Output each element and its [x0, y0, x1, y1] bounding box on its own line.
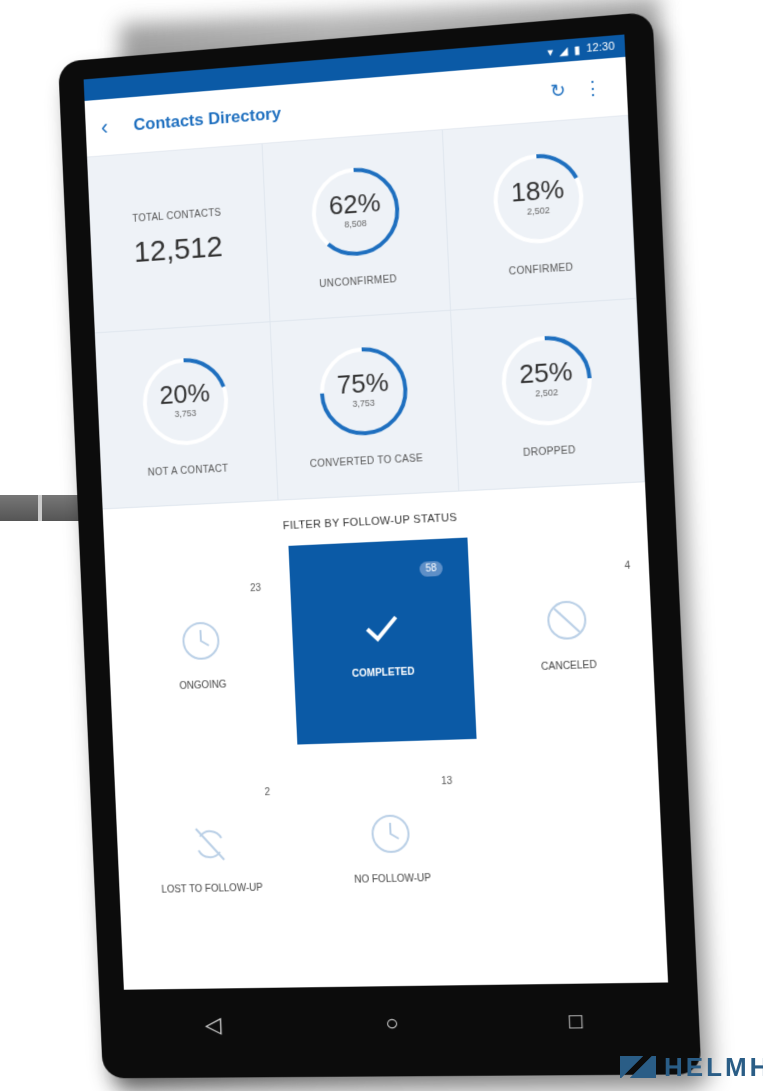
filter-tile-no-follow-up[interactable]: 13 NO FOLLOW-UP — [298, 745, 486, 950]
progress-ring: 25% 2,502 — [496, 330, 596, 431]
total-contacts-card: TOTAL CONTACTS 12,512 — [87, 144, 271, 334]
progress-ring: 62% 8,508 — [306, 162, 403, 262]
stat-label: CONFIRMED — [508, 262, 574, 278]
clock-icon — [368, 811, 414, 856]
progress-ring: 20% 3,753 — [138, 353, 233, 451]
back-triangle-icon[interactable]: ◁ — [184, 1012, 243, 1038]
stat-label: DROPPED — [522, 445, 577, 459]
filter-count-badge: 4 — [624, 560, 631, 573]
filter-label: LOST TO FOLLOW-UP — [161, 882, 263, 896]
follow-up-filter: 23 ONGOING 58 COMPLETED 4 CANCELED 2 LOS… — [105, 529, 667, 966]
android-nav-bar: ◁ ○ □ — [124, 985, 671, 1061]
progress-ring: 75% 3,753 — [315, 342, 413, 441]
progress-ring: 18% 2,502 — [488, 148, 588, 250]
stat-card-unconfirmed[interactable]: 62% 8,508 UNCONFIRMED — [262, 130, 452, 323]
tablet-device: ▾ ◢ ▮ 12:30 ‹ Contacts Directory ↻ ⋮ TOT… — [58, 11, 702, 1079]
sync-icon[interactable]: ↻ — [540, 79, 576, 103]
stats-grid: TOTAL CONTACTS 12,512 62% 8,508 UNCONFIR… — [87, 115, 646, 510]
more-vert-icon[interactable]: ⋮ — [575, 76, 611, 100]
filter-label: CANCELED — [540, 659, 598, 673]
clock-icon — [179, 618, 224, 663]
total-contacts-label: TOTAL CONTACTS — [132, 207, 222, 225]
filter-label: COMPLETED — [351, 666, 415, 680]
filter-tile-lost-to-follow-up[interactable]: 2 LOST TO FOLLOW-UP — [120, 757, 303, 959]
filter-label: NO FOLLOW-UP — [354, 872, 432, 886]
stat-card-confirmed[interactable]: 18% 2,502 CONFIRMED — [442, 115, 637, 311]
sync-off-icon — [188, 821, 233, 866]
total-contacts-value: 12,512 — [133, 230, 224, 269]
stat-label: UNCONFIRMED — [319, 274, 398, 291]
cancel-icon — [543, 596, 590, 642]
status-time: 12:30 — [585, 40, 615, 55]
brand-logo: HELMH — [620, 1052, 763, 1083]
home-circle-icon[interactable]: ○ — [362, 1010, 423, 1037]
filter-tile-ongoing[interactable]: 23 ONGOING — [111, 552, 294, 756]
brand-text: HELMH — [664, 1052, 763, 1082]
wifi-icon: ▾ — [547, 46, 554, 59]
checkmark-icon — [358, 604, 404, 650]
battery-icon: ▮ — [573, 43, 581, 57]
stat-card-dropped[interactable]: 25% 2,502 DROPPED — [451, 298, 646, 492]
stat-card-not-a-contact[interactable]: 20% 3,753 NOT A CONTACT — [94, 322, 279, 510]
signal-icon: ◢ — [558, 44, 569, 58]
filter-count-badge: 13 — [440, 775, 453, 788]
filter-label: ONGOING — [179, 678, 227, 692]
filter-count-badge: 2 — [264, 787, 271, 799]
stat-label: CONVERTED TO CASE — [309, 453, 424, 471]
chevron-left-icon[interactable]: ‹ — [100, 112, 134, 140]
filter-tile-canceled[interactable]: 4 CANCELED — [471, 529, 664, 739]
stat-card-converted-to-case[interactable]: 75% 3,753 CONVERTED TO CASE — [270, 310, 460, 501]
filter-count-badge: 58 — [419, 560, 443, 577]
brand-mark-icon — [620, 1056, 656, 1078]
filter-count-badge: 23 — [249, 582, 262, 595]
filter-tile-completed[interactable]: 58 COMPLETED — [288, 537, 477, 745]
app-screen: ▾ ◢ ▮ 12:30 ‹ Contacts Directory ↻ ⋮ TOT… — [83, 34, 669, 990]
stat-label: NOT A CONTACT — [147, 463, 229, 479]
photo-scene: ▾ ◢ ▮ 12:30 ‹ Contacts Directory ↻ ⋮ TOT… — [0, 0, 763, 1091]
recents-square-icon[interactable]: □ — [545, 1008, 608, 1035]
